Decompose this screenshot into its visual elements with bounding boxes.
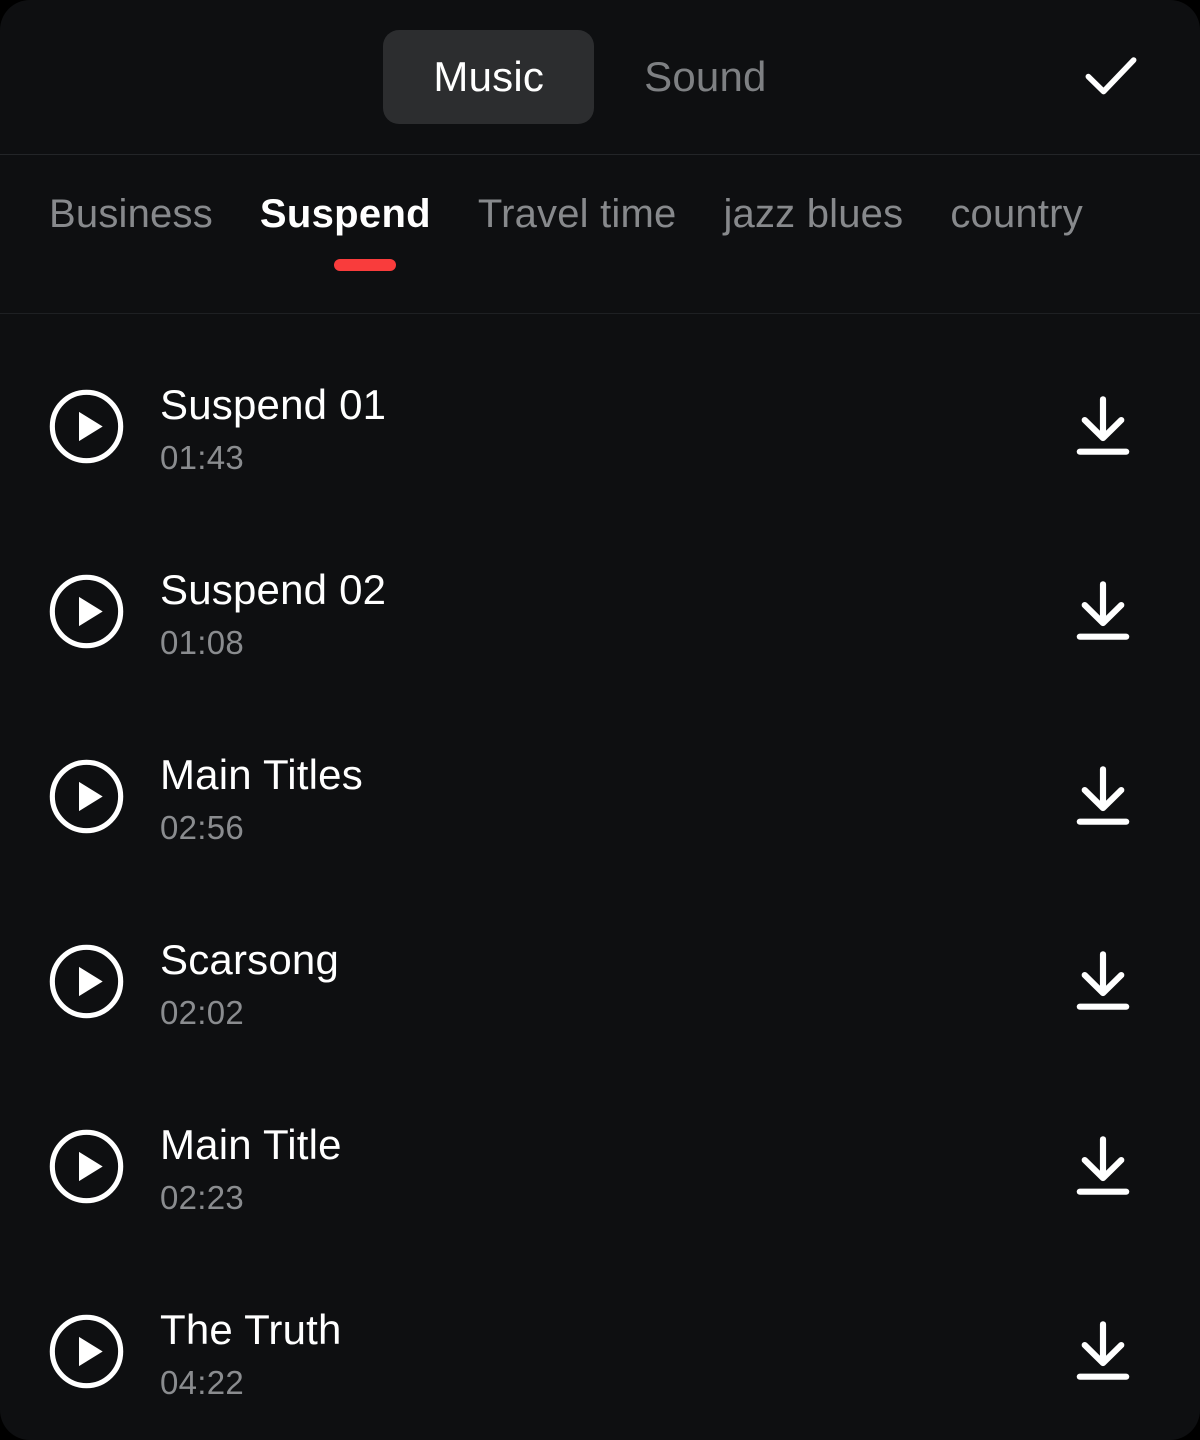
category-tab-scroller[interactable]: Business Suspend Travel time jazz blues … — [0, 155, 1200, 313]
mode-bar: Music Sound — [0, 0, 1200, 155]
check-icon — [1079, 43, 1143, 112]
download-icon — [1066, 1129, 1140, 1208]
track-duration: 04:22 — [160, 1364, 245, 1402]
category-tab-jazz-blues[interactable]: jazz blues — [723, 191, 942, 237]
track-duration: 02:23 — [160, 1179, 245, 1217]
track-info: Main Titles 02:56 — [160, 750, 1064, 847]
category-tab-suspend[interactable]: Suspend — [259, 191, 470, 271]
track-row[interactable]: Main Titles 02:56 — [0, 706, 1200, 891]
track-title: The Truth — [160, 1305, 342, 1353]
track-row[interactable]: The Truth 04:22 — [0, 1261, 1200, 1440]
download-button[interactable] — [1064, 945, 1142, 1023]
track-title: Scarsong — [160, 935, 340, 983]
category-tab-label: country — [950, 192, 1083, 236]
track-title: Main Titles — [160, 750, 363, 798]
category-tab-business[interactable]: Business — [49, 191, 252, 237]
track-row[interactable]: Main Title 02:23 — [0, 1076, 1200, 1261]
play-button[interactable] — [47, 944, 126, 1023]
category-tab-bar[interactable]: Business Suspend Travel time jazz blues … — [0, 155, 1200, 314]
track-duration: 01:43 — [160, 439, 245, 477]
category-tab-label: Business — [49, 192, 213, 236]
download-icon — [1066, 1314, 1140, 1393]
play-circle-icon — [47, 757, 126, 841]
download-icon — [1066, 389, 1140, 468]
track-duration: 02:56 — [160, 809, 245, 847]
play-button[interactable] — [47, 1314, 126, 1393]
play-circle-icon — [47, 387, 126, 471]
play-button[interactable] — [47, 1129, 126, 1208]
download-button[interactable] — [1064, 760, 1142, 838]
track-title: Suspend 01 — [160, 380, 387, 428]
category-tab-country[interactable]: country — [950, 191, 1122, 237]
download-button[interactable] — [1064, 575, 1142, 653]
download-icon — [1066, 574, 1140, 653]
track-duration: 01:08 — [160, 624, 245, 662]
category-tab-label: Suspend — [259, 192, 431, 236]
play-circle-icon — [47, 572, 126, 656]
track-row[interactable]: Suspend 01 01:43 — [0, 336, 1200, 521]
category-tab-label: jazz blues — [723, 192, 904, 236]
download-button[interactable] — [1064, 1130, 1142, 1208]
track-info: The Truth 04:22 — [160, 1305, 1064, 1402]
track-title: Suspend 02 — [160, 565, 387, 613]
mode-tab-sound[interactable]: Sound — [594, 30, 816, 124]
track-info: Scarsong 02:02 — [160, 935, 1064, 1032]
mode-tab-music[interactable]: Music — [383, 30, 595, 124]
track-row[interactable]: Suspend 02 01:08 — [0, 521, 1200, 706]
track-info: Suspend 01 01:43 — [160, 380, 1064, 477]
play-button[interactable] — [47, 389, 126, 468]
play-button[interactable] — [47, 574, 126, 653]
track-duration: 02:02 — [160, 994, 245, 1032]
category-tab-label: Travel time — [477, 192, 677, 236]
track-row[interactable]: Scarsong 02:02 — [0, 891, 1200, 1076]
audio-picker-panel: Music Sound Business Suspend Travel time — [0, 0, 1200, 1440]
play-circle-icon — [47, 1127, 126, 1211]
play-button[interactable] — [47, 759, 126, 838]
confirm-button[interactable] — [1076, 42, 1146, 112]
track-list: Suspend 01 01:43 Suspend 02 01:08 Main T… — [0, 314, 1200, 1440]
play-circle-icon — [47, 942, 126, 1026]
download-icon — [1066, 759, 1140, 838]
download-button[interactable] — [1064, 1315, 1142, 1393]
mode-tab-group: Music Sound — [383, 30, 816, 124]
active-tab-indicator — [333, 259, 396, 271]
download-button[interactable] — [1064, 390, 1142, 468]
track-info: Main Title 02:23 — [160, 1120, 1064, 1217]
track-title: Main Title — [160, 1120, 342, 1168]
download-icon — [1066, 944, 1140, 1023]
category-tab-travel-time[interactable]: Travel time — [478, 191, 716, 237]
track-info: Suspend 02 01:08 — [160, 565, 1064, 662]
play-circle-icon — [47, 1312, 126, 1396]
